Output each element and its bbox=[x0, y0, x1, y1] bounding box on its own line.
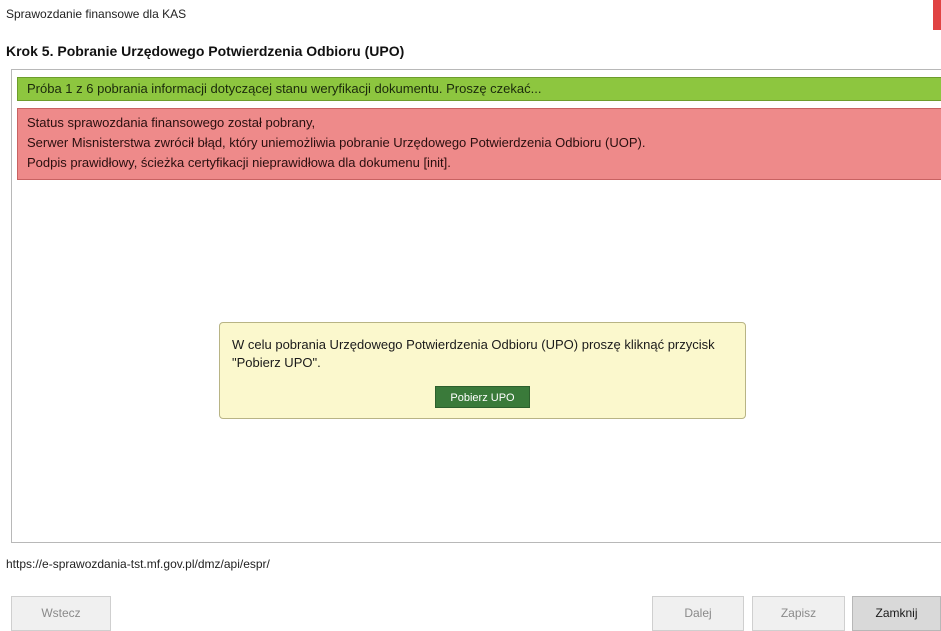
error-line: Serwer Misnisterstwa zwrócił błąd, który… bbox=[27, 135, 646, 150]
error-line: Podpis prawidłowy, ścieżka certyfikacji … bbox=[27, 155, 451, 170]
window-close-button[interactable] bbox=[933, 0, 941, 30]
title-bar: Sprawozdanie finansowe dla KAS bbox=[0, 0, 941, 30]
close-button[interactable]: Zamknij bbox=[852, 596, 941, 631]
save-button[interactable]: Zapisz bbox=[752, 596, 845, 631]
app-window: Sprawozdanie finansowe dla KAS Krok 5. P… bbox=[0, 0, 941, 631]
error-message: Status sprawozdania finansowego został p… bbox=[17, 108, 941, 180]
step-title: Krok 5. Pobranie Urzędowego Potwierdzeni… bbox=[6, 43, 405, 59]
content-panel: Próba 1 z 6 pobrania informacji dotycząc… bbox=[11, 69, 941, 543]
service-url: https://e-sprawozdania-tst.mf.gov.pl/dmz… bbox=[6, 557, 270, 571]
download-upo-button[interactable]: Pobierz UPO bbox=[435, 386, 530, 408]
progress-message: Próba 1 z 6 pobrania informacji dotycząc… bbox=[17, 77, 941, 101]
popup-message: W celu pobrania Urzędowego Potwierdzenia… bbox=[232, 337, 715, 370]
window-title: Sprawozdanie finansowe dla KAS bbox=[6, 7, 187, 21]
back-button[interactable]: Wstecz bbox=[11, 596, 111, 631]
next-button[interactable]: Dalej bbox=[652, 596, 744, 631]
error-line: Status sprawozdania finansowego został p… bbox=[27, 115, 316, 130]
upo-download-popup: W celu pobrania Urzędowego Potwierdzenia… bbox=[219, 322, 746, 419]
